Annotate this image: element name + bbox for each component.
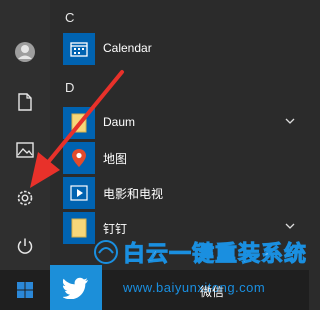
wechat-label: 微信 bbox=[200, 285, 225, 299]
watermark-logo-icon bbox=[94, 240, 118, 264]
watermark-url: www.baiyunxitong.com bbox=[123, 280, 266, 295]
watermark-title: 白云一键重装系统 bbox=[123, 241, 308, 267]
